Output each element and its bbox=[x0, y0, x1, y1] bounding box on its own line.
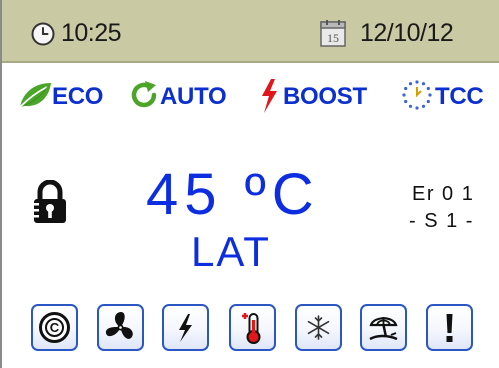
refresh-icon bbox=[131, 81, 157, 108]
snowflake-icon bbox=[307, 315, 330, 340]
fan-button[interactable] bbox=[97, 304, 144, 351]
temperature-display: 45 ºC bbox=[146, 162, 320, 227]
sensor-code: - S 1 - bbox=[409, 210, 474, 232]
alarm-button[interactable] bbox=[426, 304, 473, 351]
mode-auto-label: AUTO bbox=[160, 83, 227, 110]
status-bar: 10:25 15 12/10/12 bbox=[2, 0, 499, 63]
clock-icon bbox=[31, 22, 55, 46]
lock-icon[interactable] bbox=[32, 180, 68, 224]
thermometer-button[interactable] bbox=[229, 304, 276, 351]
leaf-icon bbox=[19, 83, 51, 108]
dotted-timer-icon bbox=[402, 80, 432, 110]
c-icon: C bbox=[39, 312, 70, 343]
mode-tcc[interactable]: TCC bbox=[401, 78, 496, 118]
snowflake-button[interactable] bbox=[295, 304, 342, 351]
lightning-icon bbox=[262, 79, 277, 113]
electric-icon bbox=[179, 314, 192, 342]
holiday-button[interactable] bbox=[360, 304, 407, 351]
calendar-icon: 15 bbox=[320, 20, 346, 47]
mode-eco[interactable]: ECO bbox=[17, 78, 107, 118]
electric-button[interactable] bbox=[162, 304, 209, 351]
fan-icon bbox=[105, 312, 133, 339]
date-display: 12/10/12 bbox=[360, 19, 454, 47]
c-button[interactable]: C bbox=[31, 304, 78, 351]
error-code: Er 0 1 bbox=[412, 183, 475, 205]
calendar-icon-day: 15 bbox=[327, 31, 339, 45]
time-display: 10:25 bbox=[61, 19, 122, 47]
mode-tcc-label: TCC bbox=[435, 83, 484, 110]
thermostat-screen: 10:25 15 12/10/12 ECO AUTO BOOST TCC 45 … bbox=[0, 0, 499, 368]
thermometer-plus-icon bbox=[242, 313, 261, 344]
alarm-icon bbox=[446, 314, 453, 342]
mode-row: ECO AUTO BOOST TCC bbox=[2, 78, 499, 118]
svg-text:C: C bbox=[50, 320, 60, 335]
mode-boost-label: BOOST bbox=[283, 83, 367, 110]
mode-boost[interactable]: BOOST bbox=[259, 78, 389, 118]
mode-auto[interactable]: AUTO bbox=[129, 78, 239, 118]
operating-mode-display: LAT bbox=[191, 228, 271, 275]
mode-eco-label: ECO bbox=[52, 83, 104, 110]
holiday-icon bbox=[369, 317, 398, 341]
